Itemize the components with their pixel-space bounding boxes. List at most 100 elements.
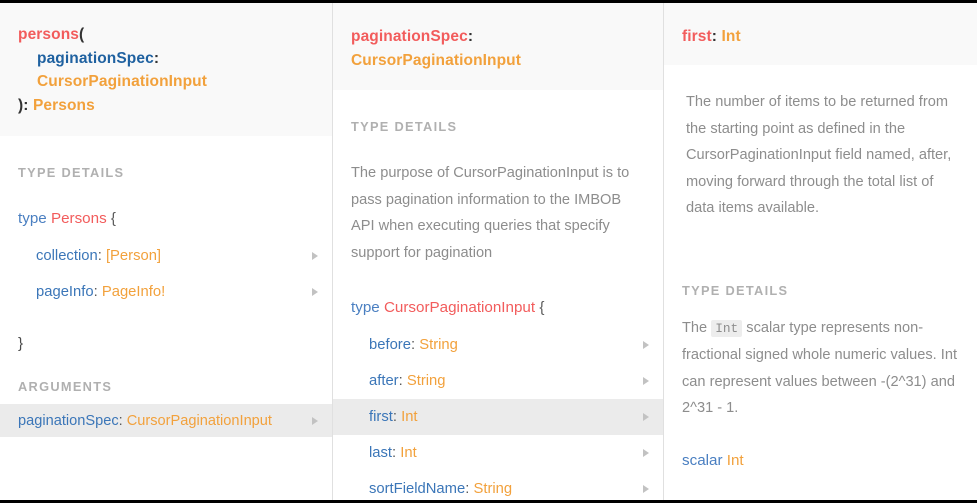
open-brace: {: [110, 210, 116, 227]
doc-column-first: first: Int The number of items to be ret…: [663, 3, 977, 500]
header-name-line: first: Int: [682, 25, 959, 49]
field-colon: :: [392, 445, 397, 461]
field-type: Int: [401, 409, 418, 425]
chevron-right-icon[interactable]: [643, 485, 649, 493]
field-label: after: String: [369, 373, 446, 389]
section-title-type-details: TYPE DETAILS: [682, 282, 789, 298]
field-name: before: [369, 337, 411, 353]
field-label: pageInfo: PageInfo!: [36, 284, 165, 300]
field-name: sortFieldName: [369, 481, 466, 497]
column-header-persons: persons( paginationSpec: CursorPaginatio…: [0, 3, 332, 136]
doc-column-persons: persons( paginationSpec: CursorPaginatio…: [0, 3, 332, 500]
return-colon: :: [23, 96, 29, 114]
column-body-first: The number of items to be returned from …: [664, 89, 977, 469]
scalar-desc-pre: The: [682, 319, 712, 336]
chevron-right-icon[interactable]: [643, 377, 649, 385]
scalar-description: The Int scalar type represents non-fract…: [664, 315, 977, 422]
argument-colon: :: [118, 412, 123, 429]
field-row[interactable]: sortFieldName: String: [333, 471, 663, 500]
scalar-type-name: Int: [726, 451, 744, 469]
header-colon: :: [467, 28, 474, 45]
field-name: persons: [18, 26, 79, 43]
field-type: Int: [400, 445, 417, 461]
scalar-keyword: scalar: [682, 451, 723, 469]
type-keyword: type: [351, 299, 380, 316]
chevron-right-icon[interactable]: [312, 416, 318, 425]
argument-name: paginationSpec: [37, 49, 154, 67]
doc-column-pagination-spec: paginationSpec: CursorPaginationInput TY…: [332, 3, 663, 500]
open-brace: {: [539, 299, 545, 316]
section-title-arguments: ARGUMENTS: [18, 379, 113, 394]
argument-name: paginationSpec: [351, 28, 468, 45]
schema-doc-browser: persons( paginationSpec: CursorPaginatio…: [0, 0, 977, 503]
type-description: The purpose of CursorPaginationInput is …: [351, 165, 630, 261]
section-title-type-details: TYPE DETAILS: [351, 119, 458, 134]
field-row[interactable]: last: Int: [333, 435, 663, 471]
signature-return-line: ): Persons: [18, 94, 314, 118]
type-keyword: type: [18, 210, 47, 227]
section-title-type-details: TYPE DETAILS: [18, 165, 125, 180]
column-header-pagination-spec: paginationSpec: CursorPaginationInput: [333, 3, 663, 90]
argument-colon: :: [153, 49, 160, 67]
field-row[interactable]: pageInfo: PageInfo!: [0, 274, 332, 310]
field-description: The number of items to be returned from …: [686, 94, 952, 216]
field-row-selected[interactable]: first: Int: [333, 399, 663, 435]
type-name: CursorPaginationInput: [383, 299, 536, 316]
field-name: first: [369, 409, 393, 425]
argument-row-selected[interactable]: paginationSpec: CursorPaginationInput: [0, 404, 332, 437]
field-colon: :: [410, 337, 416, 353]
argument-list: paginationSpec: CursorPaginationInput: [0, 404, 332, 437]
chevron-right-icon[interactable]: [312, 288, 318, 296]
argument-name: paginationSpec: [18, 412, 119, 429]
signature-arg-type-line: CursorPaginationInput: [18, 70, 314, 94]
field-name: last: [369, 445, 393, 461]
field-colon: :: [93, 284, 98, 300]
argument-type: CursorPaginationInput: [126, 412, 272, 429]
field-name: pageInfo: [36, 284, 94, 300]
field-label: first: Int: [369, 409, 418, 425]
field-label: collection: [Person]: [36, 248, 161, 264]
field-list: collection: [Person] pageInfo: PageInfo!: [0, 238, 332, 310]
field-colon: :: [465, 481, 470, 497]
field-type: PageInfo!: [101, 284, 166, 300]
field-colon: :: [392, 409, 397, 425]
argument-label: paginationSpec: CursorPaginationInput: [18, 413, 272, 429]
field-name: after: [369, 373, 399, 389]
field-label: sortFieldName: String: [369, 481, 512, 497]
field-label: last: Int: [369, 445, 417, 461]
type-name: Persons: [50, 210, 107, 227]
argument-type: CursorPaginationInput: [37, 73, 208, 90]
field-colon: :: [398, 373, 403, 389]
inline-code-int: Int: [711, 319, 743, 337]
field-type: [Person]: [105, 248, 162, 264]
field-row[interactable]: before: String: [333, 327, 663, 363]
field-type: String: [419, 337, 458, 353]
chevron-right-icon[interactable]: [312, 252, 318, 260]
open-paren: (: [79, 26, 85, 43]
column-header-first: first: Int: [664, 3, 977, 65]
chevron-right-icon[interactable]: [643, 413, 649, 421]
column-body-persons: TYPE DETAILS type Persons { collection: …: [0, 165, 332, 437]
field-type: Int: [721, 28, 741, 45]
argument-type: CursorPaginationInput: [351, 51, 522, 69]
close-brace: }: [18, 335, 24, 352]
scalar-declaration: scalar Int: [664, 452, 977, 469]
field-label: before: String: [369, 337, 458, 353]
chevron-right-icon[interactable]: [643, 341, 649, 349]
type-declaration-open: type CursorPaginationInput {: [333, 299, 663, 316]
field-row[interactable]: after: String: [333, 363, 663, 399]
field-type: String: [473, 481, 513, 497]
field-colon: :: [97, 248, 102, 264]
type-declaration-open: type Persons {: [0, 210, 332, 227]
header-type-line: CursorPaginationInput: [351, 49, 645, 73]
field-name: collection: [36, 248, 98, 264]
field-type: String: [406, 373, 446, 389]
header-name-line: paginationSpec:: [351, 25, 645, 49]
signature-name-line: persons(: [18, 23, 314, 47]
signature-arg-name-line: paginationSpec:: [18, 47, 314, 71]
chevron-right-icon[interactable]: [643, 449, 649, 457]
field-row[interactable]: collection: [Person]: [0, 238, 332, 274]
return-type: Persons: [32, 96, 95, 114]
field-name: first: [682, 28, 712, 45]
header-colon: :: [711, 28, 718, 45]
